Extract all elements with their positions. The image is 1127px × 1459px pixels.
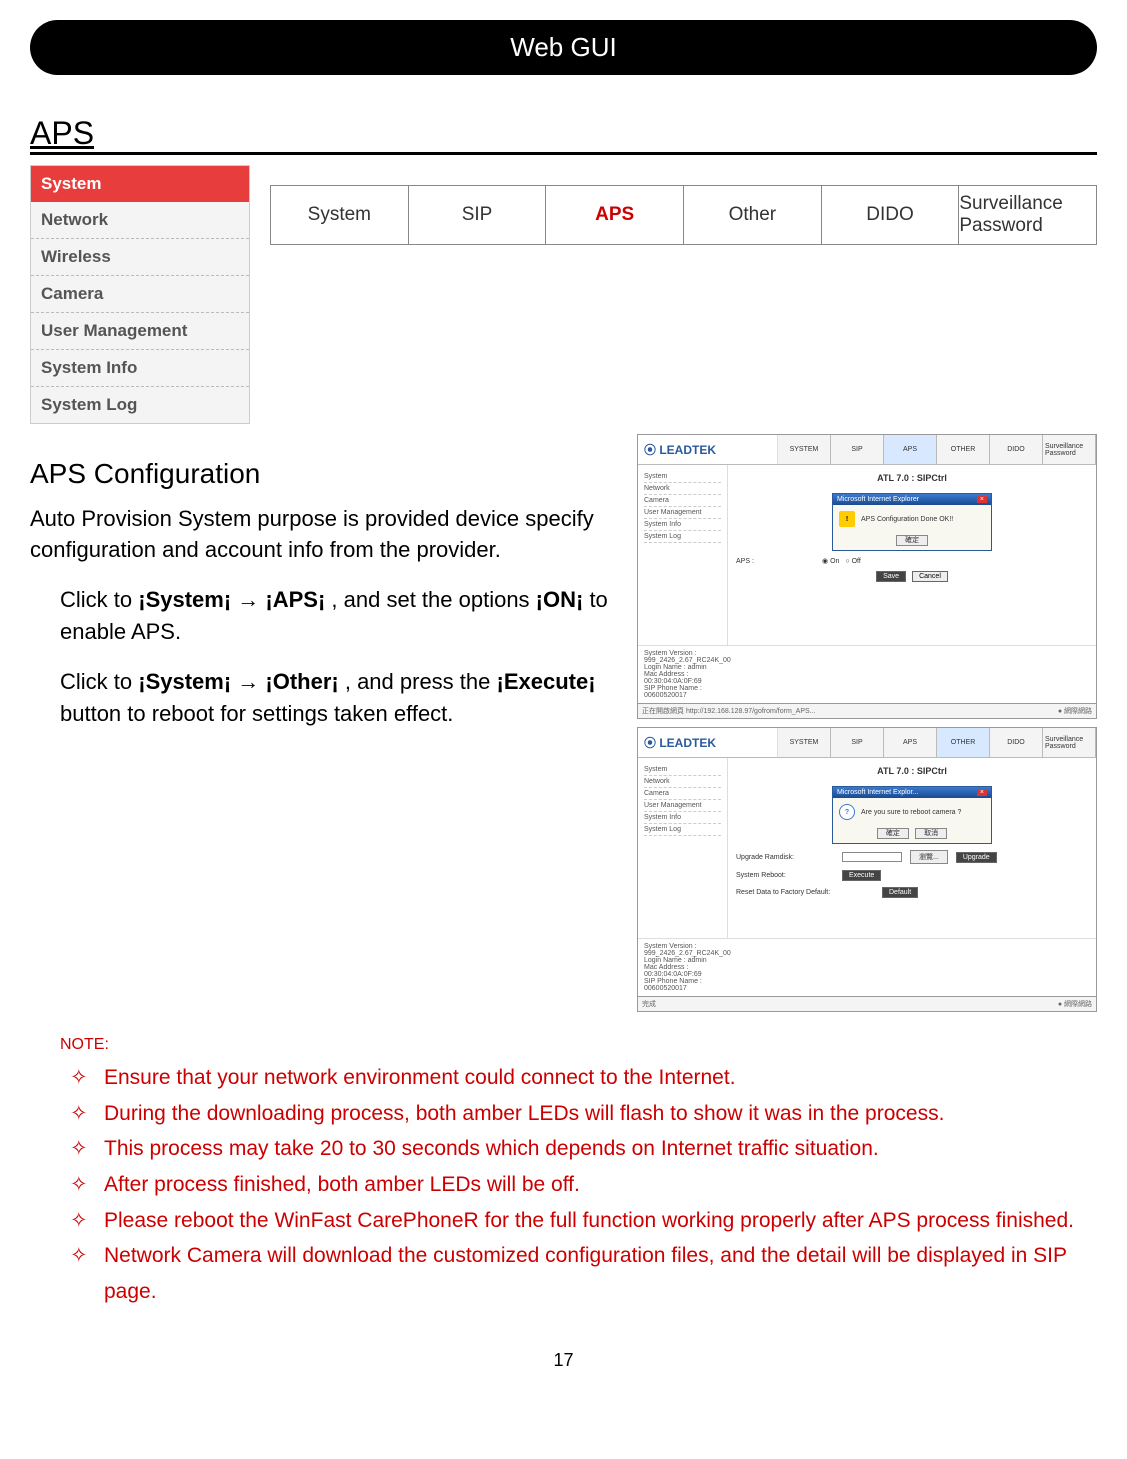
sidebar-item-system[interactable]: System bbox=[31, 166, 249, 202]
sidebar-item-system-log[interactable]: System Log bbox=[31, 387, 249, 423]
alert-dialog: Microsoft Internet Explorer× !APS Config… bbox=[832, 493, 992, 551]
note-item: This process may take 20 to 30 seconds w… bbox=[70, 1131, 1097, 1167]
note-list: Ensure that your network environment cou… bbox=[70, 1060, 1097, 1310]
tab-sip[interactable]: SIP bbox=[409, 186, 547, 244]
system-info-block: System Version : 999_2426_2.67_RC24K_00 … bbox=[638, 645, 1096, 703]
tabbar: System SIP APS Other DIDO Surveillance P… bbox=[270, 185, 1097, 245]
page-number: 17 bbox=[30, 1350, 1097, 1371]
system-info-block: System Version : 999_2426_2.67_RC24K_00 … bbox=[638, 938, 1096, 996]
sidebar-item-system-info[interactable]: System Info bbox=[31, 350, 249, 387]
tab-dido[interactable]: DIDO bbox=[822, 186, 960, 244]
note-item: Network Camera will download the customi… bbox=[70, 1238, 1097, 1309]
ss-tab[interactable]: DIDO bbox=[990, 435, 1043, 464]
close-icon[interactable]: × bbox=[977, 496, 987, 503]
intro-text: Auto Provision System purpose is provide… bbox=[30, 503, 617, 567]
warning-icon: ! bbox=[839, 511, 855, 527]
save-button[interactable]: Save bbox=[876, 571, 906, 582]
ss-tab[interactable]: Surveillance Password bbox=[1043, 728, 1096, 757]
sidebar-item-network[interactable]: Network bbox=[31, 202, 249, 239]
ss-tab[interactable]: SIP bbox=[831, 435, 884, 464]
content-row: APS Configuration Auto Provision System … bbox=[30, 434, 1097, 1020]
note-item: After process finished, both amber LEDs … bbox=[70, 1167, 1097, 1203]
browse-button[interactable]: 瀏覽... bbox=[910, 850, 948, 864]
screenshot-other: ⦿ LEADTEK SYSTEM SIP APS OTHER DIDO Surv… bbox=[637, 727, 1097, 1012]
tab-surv-password[interactable]: Surveillance Password bbox=[959, 186, 1096, 244]
ok-button[interactable]: 確定 bbox=[896, 535, 928, 546]
confirm-dialog: Microsoft Internet Explor...× ?Are you s… bbox=[832, 786, 992, 844]
note-item: Please reboot the WinFast CarePhoneR for… bbox=[70, 1203, 1097, 1239]
sidebar-item-camera[interactable]: Camera bbox=[31, 276, 249, 313]
radio-on[interactable]: ◉ On bbox=[822, 557, 839, 565]
logo: ⦿ LEADTEK bbox=[638, 728, 778, 757]
step-2: Click to ¡System¡ → ¡Other¡ , and press … bbox=[60, 666, 617, 730]
section-title: APS bbox=[30, 115, 1097, 155]
page-header: Web GUI bbox=[30, 20, 1097, 75]
ok-button[interactable]: 確定 bbox=[877, 828, 909, 839]
cancel-button[interactable]: 取消 bbox=[915, 828, 947, 839]
overview-row: System Network Wireless Camera User Mana… bbox=[30, 165, 1097, 424]
ss-sidebar: System Network Camera User Management Sy… bbox=[638, 465, 728, 645]
status-text: 完成 bbox=[642, 999, 656, 1009]
screenshot-aps: ⦿ LEADTEK SYSTEM SIP APS OTHER DIDO Surv… bbox=[637, 434, 1097, 719]
note-item: Ensure that your network environment cou… bbox=[70, 1060, 1097, 1096]
ss-tab[interactable]: APS bbox=[884, 728, 937, 757]
note-item: During the downloading process, both amb… bbox=[70, 1096, 1097, 1132]
ss-tab[interactable]: Surveillance Password bbox=[1043, 435, 1096, 464]
sidebar: System Network Wireless Camera User Mana… bbox=[30, 165, 250, 424]
status-net: ● 網際網路 bbox=[1058, 706, 1092, 716]
file-input[interactable] bbox=[842, 852, 902, 862]
ss-tab[interactable]: SIP bbox=[831, 728, 884, 757]
sidebar-item-user-mgmt[interactable]: User Management bbox=[31, 313, 249, 350]
sidebar-item-wireless[interactable]: Wireless bbox=[31, 239, 249, 276]
upgrade-button[interactable]: Upgrade bbox=[956, 852, 997, 863]
logo: ⦿ LEADTEK bbox=[638, 435, 778, 464]
radio-off[interactable]: ○ Off bbox=[845, 558, 860, 565]
close-icon[interactable]: × bbox=[977, 789, 987, 796]
note-label: NOTE: bbox=[60, 1036, 1097, 1054]
step-1: Click to ¡System¡ → ¡APS¡ , and set the … bbox=[60, 584, 617, 648]
status-text: 正在開啟網頁 http://192.168.128.97/gofrom/form… bbox=[642, 706, 816, 716]
ss-sidebar: System Network Camera User Management Sy… bbox=[638, 758, 728, 938]
ss-title: ATL 7.0 : SIPCtrl bbox=[736, 766, 1088, 776]
text-column: APS Configuration Auto Provision System … bbox=[30, 434, 617, 748]
tab-aps[interactable]: APS bbox=[546, 186, 684, 244]
subheading: APS Configuration bbox=[30, 454, 617, 495]
question-icon: ? bbox=[839, 804, 855, 820]
status-net: ● 網際網路 bbox=[1058, 999, 1092, 1009]
cancel-button[interactable]: Cancel bbox=[912, 571, 948, 582]
execute-button[interactable]: Execute bbox=[842, 870, 881, 881]
ss-tab[interactable]: OTHER bbox=[937, 435, 990, 464]
default-button[interactable]: Default bbox=[882, 887, 918, 898]
tab-other[interactable]: Other bbox=[684, 186, 822, 244]
ss-tab[interactable]: DIDO bbox=[990, 728, 1043, 757]
ss-tab[interactable]: SYSTEM bbox=[778, 728, 831, 757]
ss-tab[interactable]: OTHER bbox=[937, 728, 990, 757]
ss-title: ATL 7.0 : SIPCtrl bbox=[736, 473, 1088, 483]
tab-system[interactable]: System bbox=[271, 186, 409, 244]
screenshots-column: ⦿ LEADTEK SYSTEM SIP APS OTHER DIDO Surv… bbox=[637, 434, 1097, 1020]
ss-tab[interactable]: APS bbox=[884, 435, 937, 464]
ss-tab[interactable]: SYSTEM bbox=[778, 435, 831, 464]
